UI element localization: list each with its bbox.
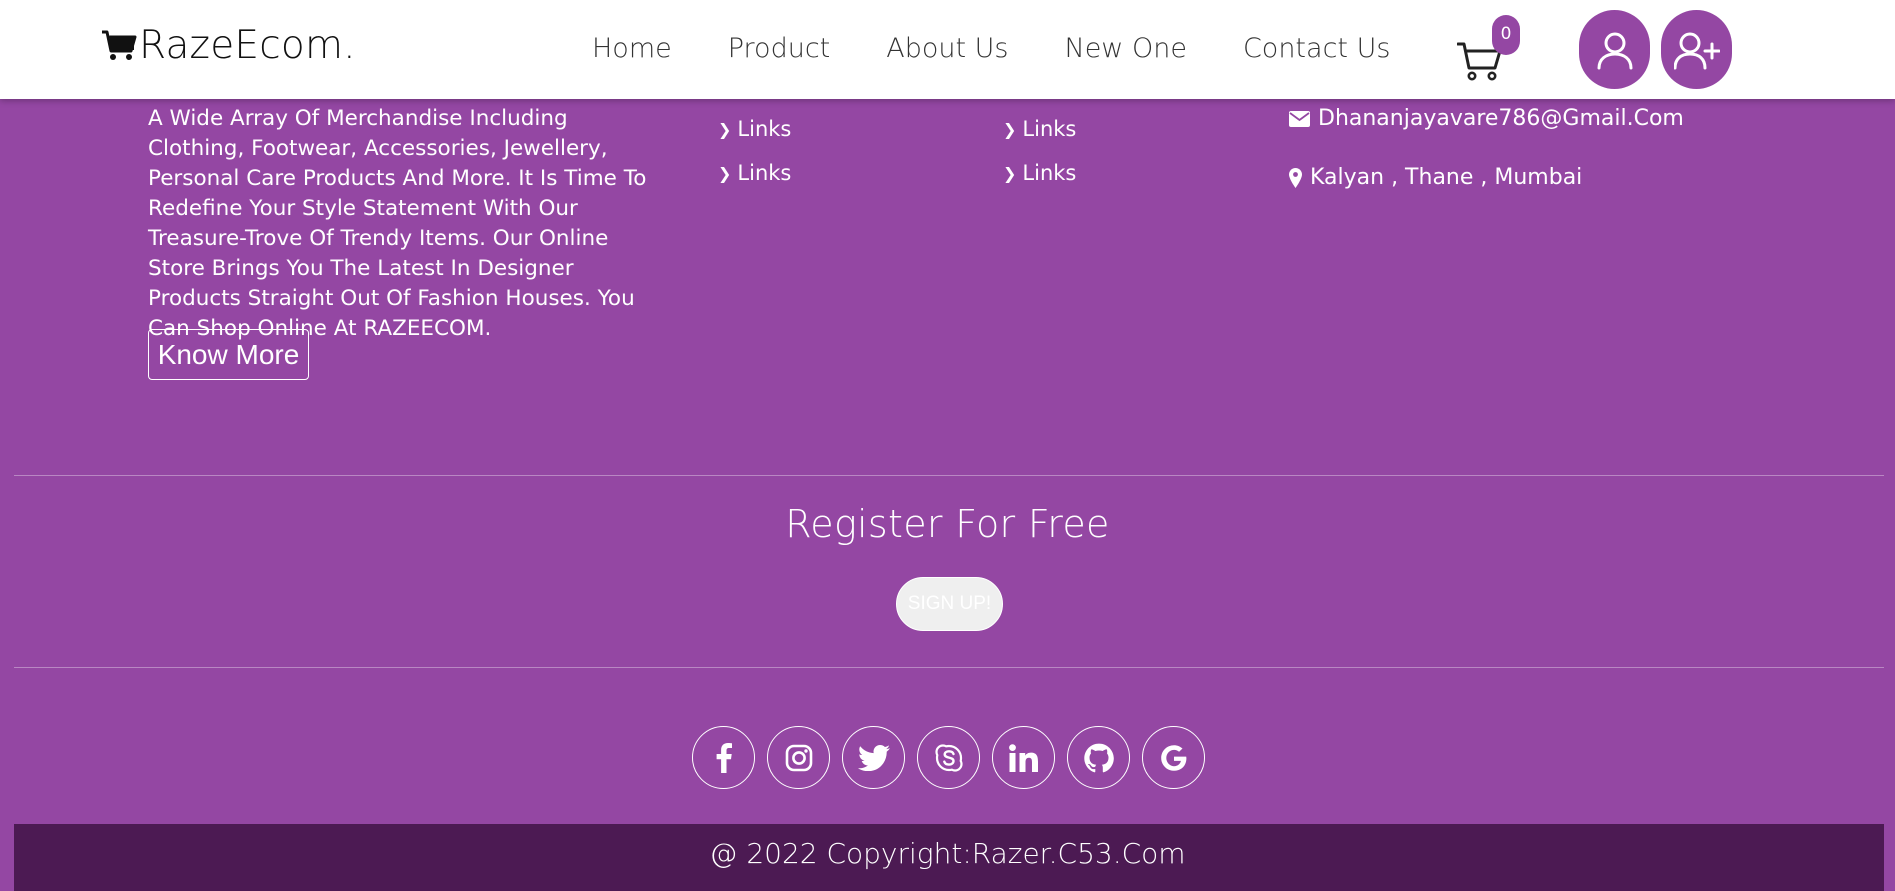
facebook-icon xyxy=(716,742,732,773)
chevron-right-icon: ❯ xyxy=(718,163,732,183)
nav-home[interactable]: Home xyxy=(592,30,672,68)
google-link[interactable] xyxy=(1142,726,1205,789)
brand-name: RazeEcom. xyxy=(139,22,356,68)
signup-button[interactable]: SIGN UP! xyxy=(896,577,1003,631)
linkedin-icon xyxy=(1008,743,1038,772)
footer-link[interactable]: ❯ Links xyxy=(718,161,791,185)
instagram-link[interactable] xyxy=(767,726,830,789)
know-more-button[interactable]: Know More xyxy=(148,329,309,380)
instagram-icon xyxy=(785,744,812,771)
navbar: RazeEcom. Home Product About Us New One … xyxy=(0,0,1895,99)
chevron-right-icon: ❯ xyxy=(1003,163,1017,183)
footer-link-label: Links xyxy=(1022,161,1077,185)
login-button[interactable] xyxy=(1579,10,1650,89)
contact-location-text: Kalyan , Thane , Mumbai xyxy=(1310,165,1583,190)
about-text: A Wide Array Of Merchandise Including Cl… xyxy=(148,106,647,341)
envelope-icon xyxy=(1289,110,1310,127)
copyright-text: @ 2022 Copyright:Razer.C53.Com xyxy=(709,837,1186,870)
footer: A Wide Array Of Merchandise Including Cl… xyxy=(0,0,1895,891)
skype-link[interactable] xyxy=(917,726,980,789)
chevron-right-icon: ❯ xyxy=(718,119,732,139)
footer-link[interactable]: ❯ Links xyxy=(718,117,791,141)
register-title: Register For Free xyxy=(785,502,1110,546)
cart-icon xyxy=(102,30,137,60)
user-plus-icon xyxy=(1673,32,1720,69)
footer-link-label: Links xyxy=(737,117,792,141)
contact-location: Kalyan , Thane , Mumbai xyxy=(1289,165,1582,190)
github-icon xyxy=(1083,743,1114,772)
footer-link-label: Links xyxy=(737,161,792,185)
nav-new-one[interactable]: New One xyxy=(1065,30,1187,68)
map-marker-icon xyxy=(1289,167,1302,188)
divider xyxy=(14,667,1884,668)
chevron-right-icon: ❯ xyxy=(1003,119,1017,139)
footer-link[interactable]: ❯ Links xyxy=(1003,117,1076,141)
cart-count-badge: 0 xyxy=(1492,15,1520,55)
contact-email-text: Dhananjayavare786@Gmail.Com xyxy=(1318,106,1684,131)
twitter-icon xyxy=(857,744,890,771)
nav-links: Home Product About Us New One Contact Us xyxy=(592,30,1446,68)
footer-link[interactable]: ❯ Links xyxy=(1003,161,1076,185)
user-icon xyxy=(1597,32,1632,69)
brand-logo[interactable]: RazeEcom. xyxy=(101,22,356,68)
skype-icon xyxy=(934,743,963,772)
register-button[interactable] xyxy=(1661,10,1732,89)
contact-email: Dhananjayavare786@Gmail.Com xyxy=(1289,106,1684,131)
footer-link-label: Links xyxy=(1022,117,1077,141)
google-icon xyxy=(1160,744,1186,771)
twitter-link[interactable] xyxy=(842,726,905,789)
nav-contact-us[interactable]: Contact Us xyxy=(1243,30,1390,68)
divider xyxy=(14,475,1884,476)
linkedin-link[interactable] xyxy=(992,726,1055,789)
nav-about-us[interactable]: About Us xyxy=(886,30,1008,68)
facebook-link[interactable] xyxy=(692,726,755,789)
nav-product[interactable]: Product xyxy=(728,30,831,68)
github-link[interactable] xyxy=(1067,726,1130,789)
